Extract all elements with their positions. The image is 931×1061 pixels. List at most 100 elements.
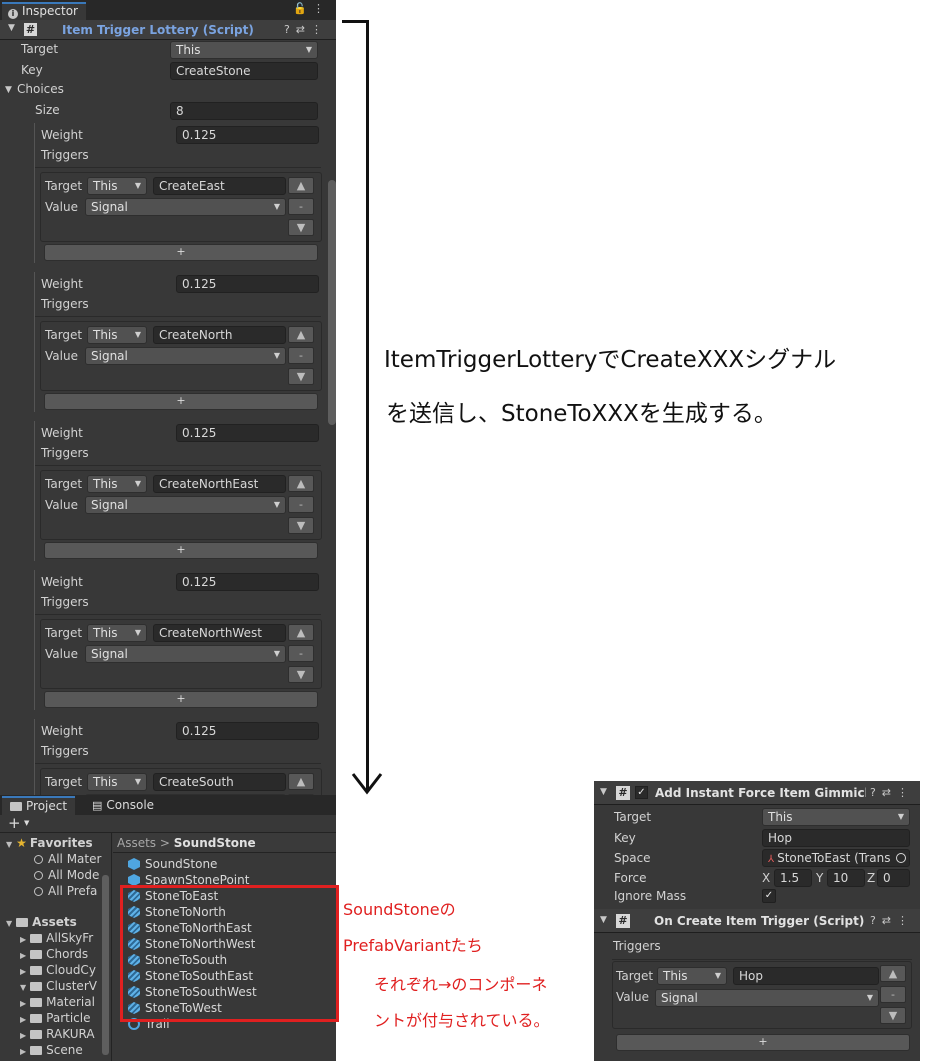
help-icon[interactable]: ? <box>870 786 882 799</box>
fold-triangle-icon[interactable]: ▶ <box>20 951 26 960</box>
component-header-icons[interactable]: ?⇄⋮ <box>865 786 914 799</box>
fold-triangle-icon[interactable]: ▼ <box>600 787 607 797</box>
value-dropdown[interactable]: Signal <box>85 198 286 216</box>
lock-icon[interactable]: 🔓 <box>293 2 313 15</box>
asset-folder-row[interactable]: ▶ Scene <box>20 1042 83 1058</box>
force-component-header[interactable]: ▼ # ✓ Add Instant Force Item Gimmick (S … <box>594 781 920 805</box>
move-up-button[interactable]: ▲ <box>288 177 314 194</box>
component-menu-icon[interactable]: ⋮ <box>897 914 914 927</box>
move-up-button[interactable]: ▲ <box>288 773 314 790</box>
key-field[interactable]: CreateStone <box>170 62 318 80</box>
asset-folder-row[interactable]: ▶ Particle <box>20 1010 91 1026</box>
asset-folder-row[interactable]: ▶ RAKURA <box>20 1026 95 1042</box>
component-header[interactable]: ▼ # Item Trigger Lottery (Script) ?⇄⋮ <box>0 20 336 40</box>
value-dropdown[interactable]: Signal <box>85 347 286 365</box>
weight-field[interactable]: 0.125 <box>176 126 319 144</box>
force-z-label[interactable]: Z <box>867 871 875 885</box>
move-up-button[interactable]: ▲ <box>288 475 314 492</box>
inspector-scrollbar[interactable] <box>328 180 336 425</box>
remove-button[interactable]: - <box>288 645 314 662</box>
help-icon[interactable]: ? <box>284 23 296 36</box>
help-icon[interactable]: ? <box>870 914 882 927</box>
kebab-menu-icon[interactable]: ⋮ <box>313 2 330 15</box>
preset-icon[interactable]: ⇄ <box>882 786 897 799</box>
weight-field[interactable]: 0.125 <box>176 275 319 293</box>
component-menu-icon[interactable]: ⋮ <box>897 786 914 799</box>
trigger-key-field[interactable]: CreateEast <box>153 177 286 195</box>
favorite-item[interactable]: All Mater <box>34 851 101 867</box>
component-menu-icon[interactable]: ⋮ <box>311 23 328 36</box>
breadcrumb-root[interactable]: Assets <box>117 836 156 850</box>
target-dropdown[interactable]: This <box>87 326 147 344</box>
asset-folder-row[interactable]: ▶ Material <box>20 994 95 1010</box>
choices-label[interactable]: Choices <box>17 82 64 96</box>
fold-triangle-icon[interactable]: ▼ <box>20 983 26 992</box>
weight-field[interactable]: 0.125 <box>176 722 319 740</box>
add-trigger-button[interactable]: + <box>44 244 318 261</box>
force-y-field[interactable]: 10 <box>827 869 865 887</box>
choices-fold-icon[interactable]: ▼ <box>5 85 12 95</box>
ignore-mass-checkbox[interactable]: ✓ <box>762 889 776 903</box>
move-up-button[interactable]: ▲ <box>288 326 314 343</box>
target-dropdown[interactable]: This <box>762 808 910 826</box>
move-down-button[interactable]: ▼ <box>288 666 314 683</box>
trigger-key-field[interactable]: CreateNorthWest <box>153 624 286 642</box>
key-field[interactable]: Hop <box>762 829 910 847</box>
target-dropdown[interactable]: This <box>87 177 147 195</box>
asset-folder-row[interactable]: ▶ CloudCy <box>20 962 96 978</box>
weight-field[interactable]: 0.125 <box>176 424 319 442</box>
tree-scrollbar[interactable] <box>102 875 109 1055</box>
fold-triangle-icon[interactable]: ▶ <box>20 967 26 976</box>
create-asset-caret-icon[interactable]: ▼ <box>24 819 29 827</box>
fold-triangle-icon[interactable]: ▶ <box>20 1031 26 1040</box>
preset-icon[interactable]: ⇄ <box>296 23 311 36</box>
fold-triangle-icon[interactable]: ▶ <box>20 1015 26 1024</box>
trigger-key-field[interactable]: Hop <box>733 967 879 985</box>
target-dropdown[interactable]: This <box>87 475 147 493</box>
asset-item[interactable]: SoundStone <box>128 856 217 872</box>
breadcrumb-current[interactable]: SoundStone <box>174 836 256 850</box>
move-down-button[interactable]: ▼ <box>288 368 314 385</box>
remove-button[interactable]: - <box>288 198 314 215</box>
component-header-icons[interactable]: ?⇄⋮ <box>865 914 914 927</box>
fold-triangle-icon[interactable]: ▶ <box>20 999 26 1008</box>
trigger-key-field[interactable]: CreateNorth <box>153 326 286 344</box>
move-down-button[interactable]: ▼ <box>288 219 314 236</box>
window-menu-icons[interactable]: 🔓⋮ <box>293 2 330 15</box>
move-up-button[interactable]: ▲ <box>288 624 314 641</box>
add-trigger-button[interactable]: + <box>616 1034 910 1051</box>
space-object-field[interactable]: ⅄ StoneToEast (Trans <box>762 849 910 867</box>
favorite-item[interactable]: All Mode <box>34 867 99 883</box>
remove-button[interactable]: - <box>880 986 906 1003</box>
trigger-key-field[interactable]: CreateNorthEast <box>153 475 286 493</box>
target-dropdown[interactable]: This <box>657 967 727 985</box>
add-trigger-button[interactable]: + <box>44 691 318 708</box>
value-dropdown[interactable]: Signal <box>655 989 879 1007</box>
move-down-button[interactable]: ▼ <box>880 1007 906 1024</box>
value-dropdown[interactable]: Signal <box>85 496 286 514</box>
assets-root-row[interactable]: ▼ Assets <box>6 914 77 930</box>
force-z-field[interactable]: 0 <box>877 869 910 887</box>
preset-icon[interactable]: ⇄ <box>882 914 897 927</box>
move-down-button[interactable]: ▼ <box>288 517 314 534</box>
force-x-field[interactable]: 1.5 <box>774 869 812 887</box>
asset-folder-row[interactable]: ▼ ClusterV <box>20 978 97 994</box>
fold-triangle-icon[interactable]: ▼ <box>8 23 15 33</box>
tab-console[interactable]: ▤ Console <box>84 796 162 815</box>
force-y-label[interactable]: Y <box>816 871 823 885</box>
size-field[interactable]: 8 <box>170 102 318 120</box>
favorites-row[interactable]: ▼ ★ Favorites <box>6 835 93 851</box>
tab-inspector[interactable]: i Inspector <box>2 2 86 20</box>
tab-project[interactable]: Project <box>2 796 76 815</box>
value-dropdown[interactable]: Signal <box>85 645 286 663</box>
move-up-button[interactable]: ▲ <box>880 965 906 982</box>
fold-triangle-icon[interactable]: ▼ <box>6 840 12 849</box>
target-dropdown[interactable]: This <box>170 41 318 59</box>
object-picker-icon[interactable] <box>896 853 906 863</box>
fold-triangle-icon[interactable]: ▶ <box>20 1047 26 1056</box>
add-trigger-button[interactable]: + <box>44 393 318 410</box>
favorite-item[interactable]: All Prefa <box>34 883 97 899</box>
trigger-component-header[interactable]: ▼ # On Create Item Trigger (Script) ?⇄⋮ <box>594 909 920 933</box>
trigger-key-field[interactable]: CreateSouth <box>153 773 286 791</box>
fold-triangle-icon[interactable]: ▼ <box>600 915 607 925</box>
